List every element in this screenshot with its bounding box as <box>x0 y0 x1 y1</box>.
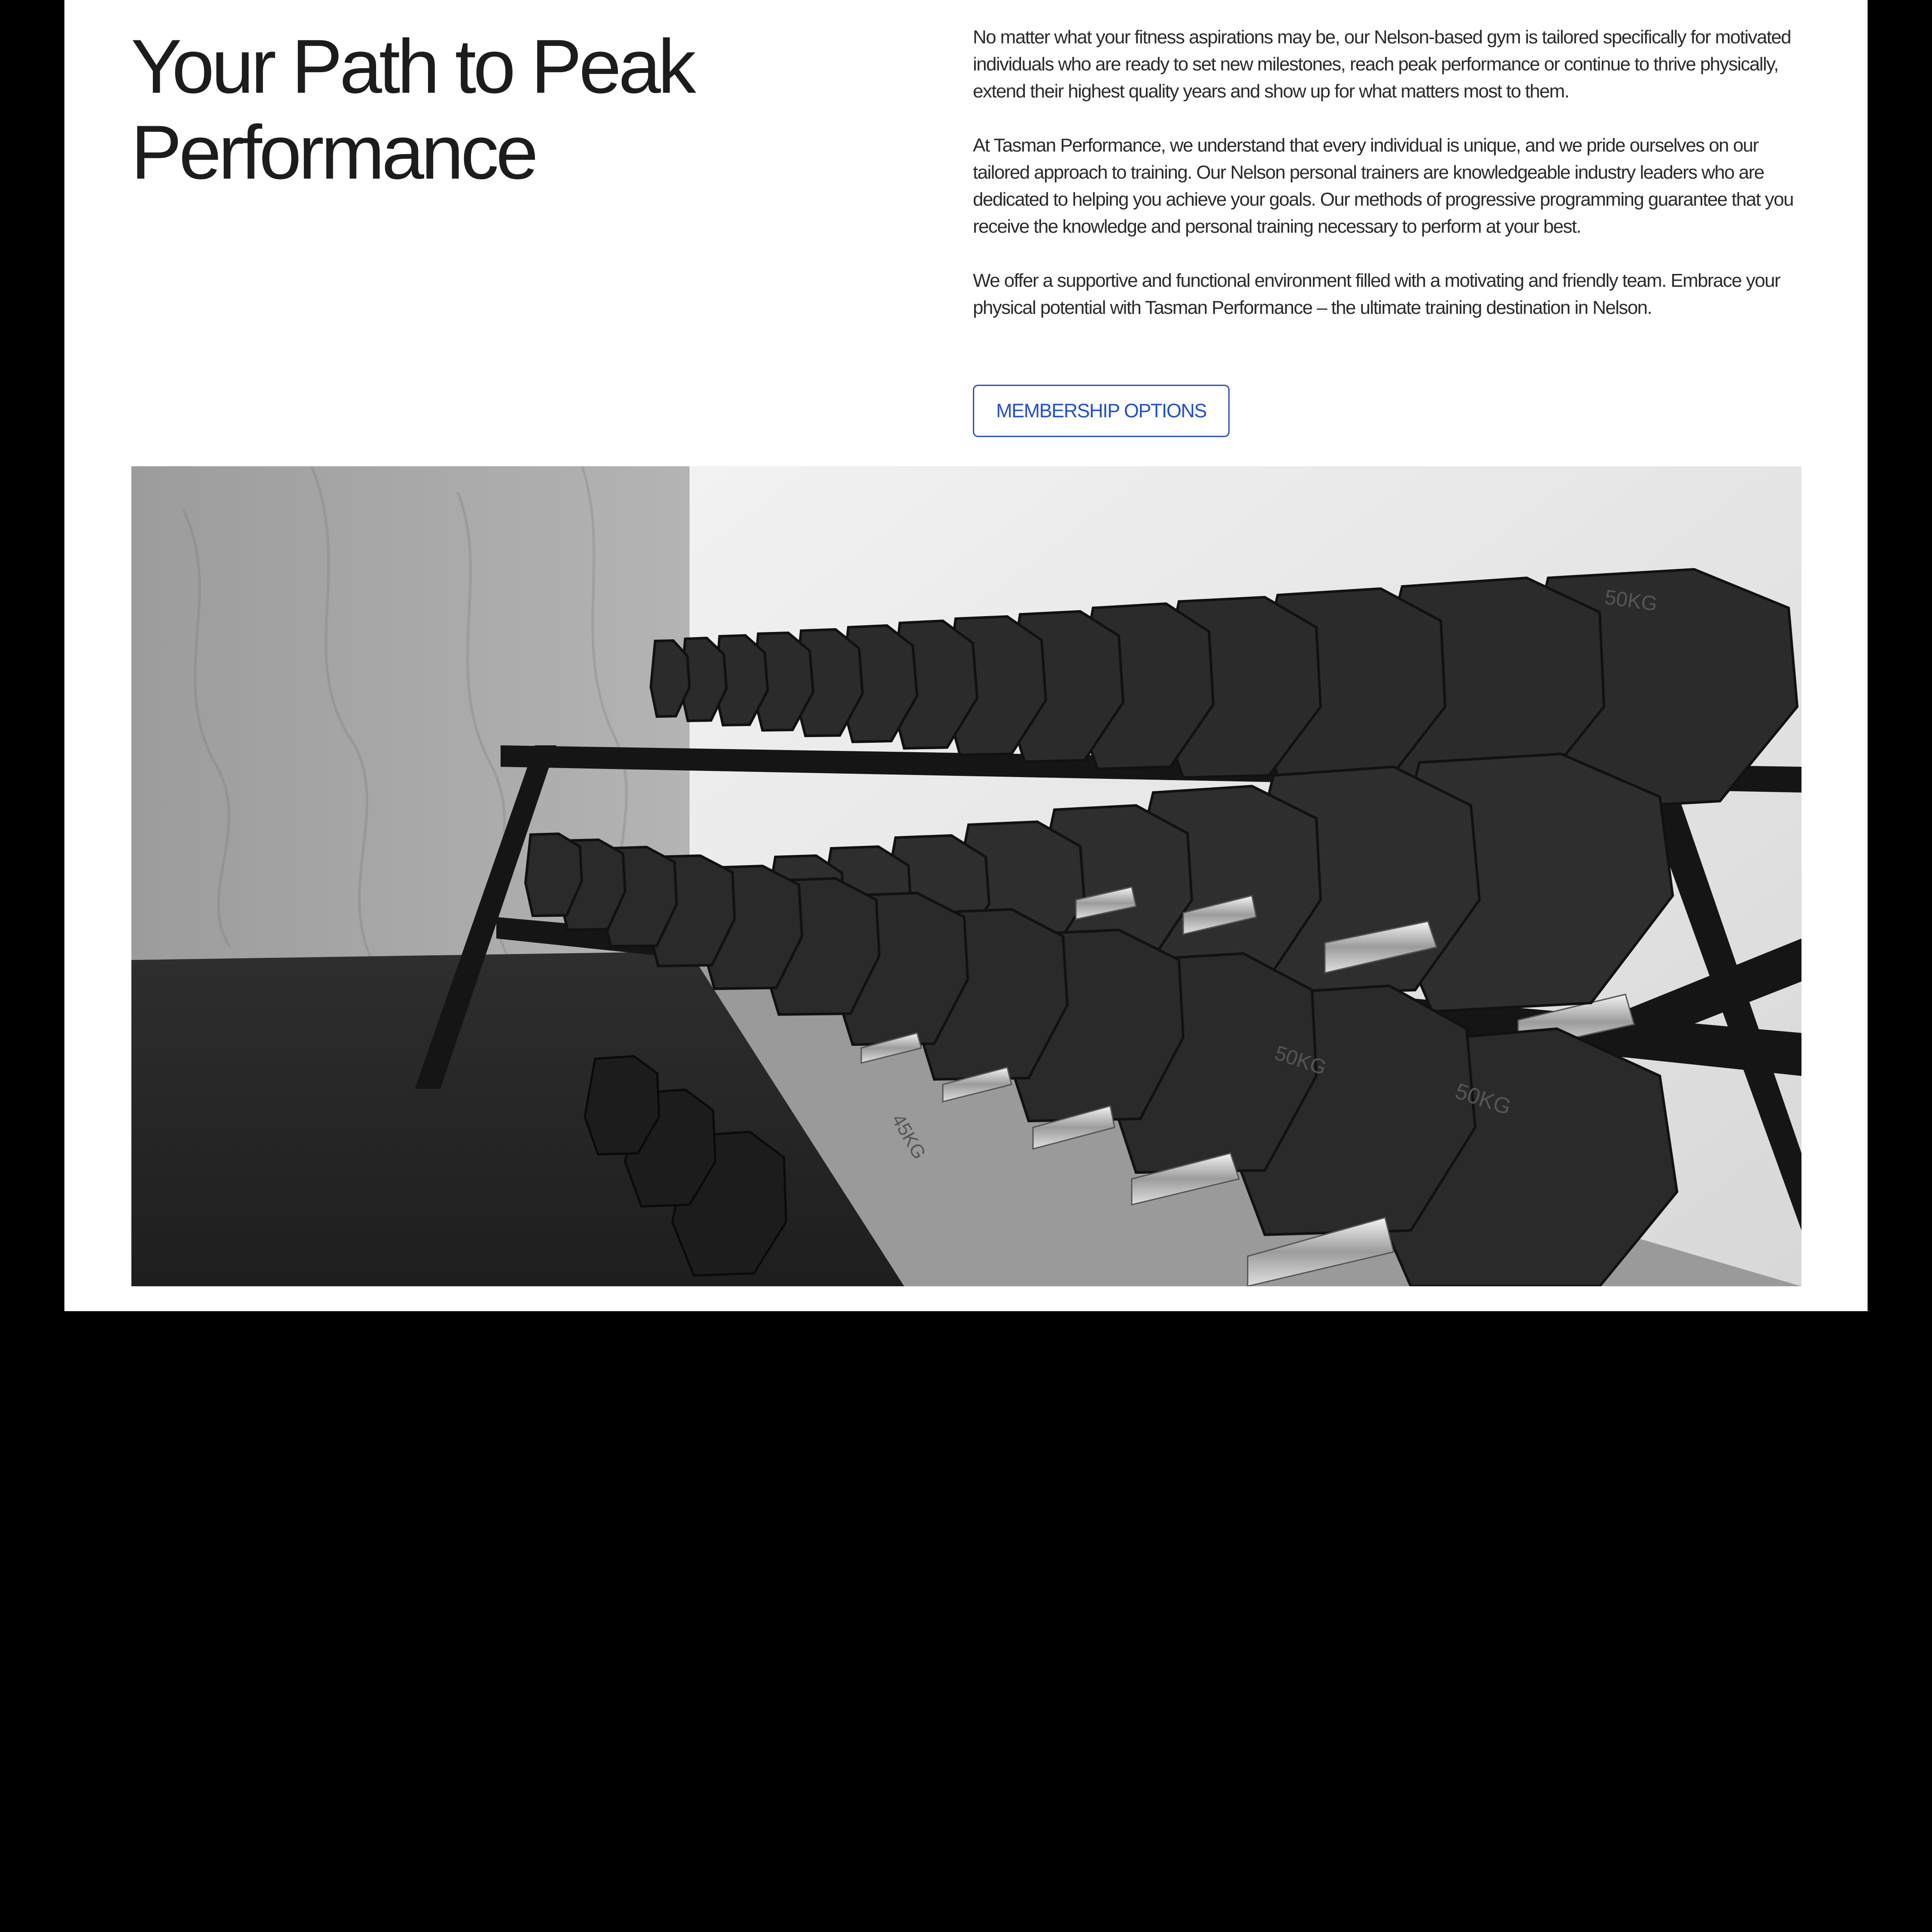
membership-options-button[interactable]: MEMBERSHIP OPTIONS <box>973 385 1230 437</box>
dumbbell-rack-photo: 50KG 50KG 50KG 45KG <box>131 466 1801 1286</box>
page-title: Your Path to Peak Performance <box>131 24 904 195</box>
content-panel: Your Path to Peak Performance No matter … <box>64 0 1868 1311</box>
intro-text: No matter what your fitness aspirations … <box>973 24 1810 348</box>
intro-paragraph-2: At Tasman Performance, we understand tha… <box>973 135 1794 237</box>
page-title-line-1: Your Path to Peak <box>131 24 696 109</box>
page-title-line-2: Performance <box>131 109 538 195</box>
dumbbell-rack-image: 50KG 50KG 50KG 45KG <box>131 466 1801 1286</box>
intro-paragraph-3: We offer a supportive and functional env… <box>973 270 1781 318</box>
dumbbell-label-low: 45KG <box>887 1111 930 1163</box>
intro-paragraph-1: No matter what your fitness aspirations … <box>973 27 1792 102</box>
